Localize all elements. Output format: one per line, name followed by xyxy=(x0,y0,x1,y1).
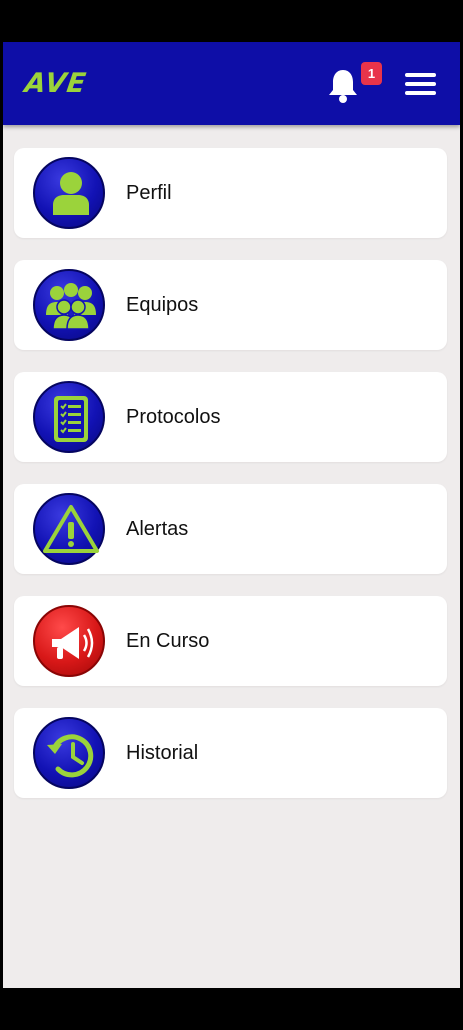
menu-item-alertas[interactable]: Alertas xyxy=(14,484,447,574)
megaphone-icon xyxy=(52,627,94,659)
menu-item-label: Alertas xyxy=(126,518,189,540)
menu-item-equipos[interactable]: Equipos xyxy=(14,260,447,350)
menu-item-historial[interactable]: Historial xyxy=(14,708,447,798)
notifications-button[interactable] xyxy=(323,64,363,104)
menu-item-label: Historial xyxy=(126,742,199,764)
app-logo: AVE xyxy=(22,68,89,99)
app-screen: AVE 1 Perfil Equipos Protocolos Alertas … xyxy=(3,42,460,988)
checklist-icon xyxy=(54,396,88,442)
app-header: AVE 1 xyxy=(3,42,460,125)
profile-icon xyxy=(53,172,89,215)
warning-icon xyxy=(43,505,99,553)
menu-item-en-curso[interactable]: En Curso xyxy=(14,596,447,686)
menu-item-label: Protocolos xyxy=(126,406,221,428)
main-menu: Perfil Equipos Protocolos Alertas En Cur… xyxy=(14,148,447,820)
hamburger-menu-icon xyxy=(405,73,436,77)
menu-item-label: En Curso xyxy=(126,630,210,652)
hamburger-menu-button[interactable] xyxy=(403,71,437,97)
notification-badge: 1 xyxy=(361,62,382,85)
history-icon xyxy=(47,734,94,778)
team-icon xyxy=(46,283,96,330)
menu-item-label: Equipos xyxy=(126,294,199,316)
menu-item-perfil[interactable]: Perfil xyxy=(14,148,447,238)
menu-item-protocolos[interactable]: Protocolos xyxy=(14,372,447,462)
bell-icon xyxy=(329,70,357,103)
menu-item-label: Perfil xyxy=(126,182,172,204)
